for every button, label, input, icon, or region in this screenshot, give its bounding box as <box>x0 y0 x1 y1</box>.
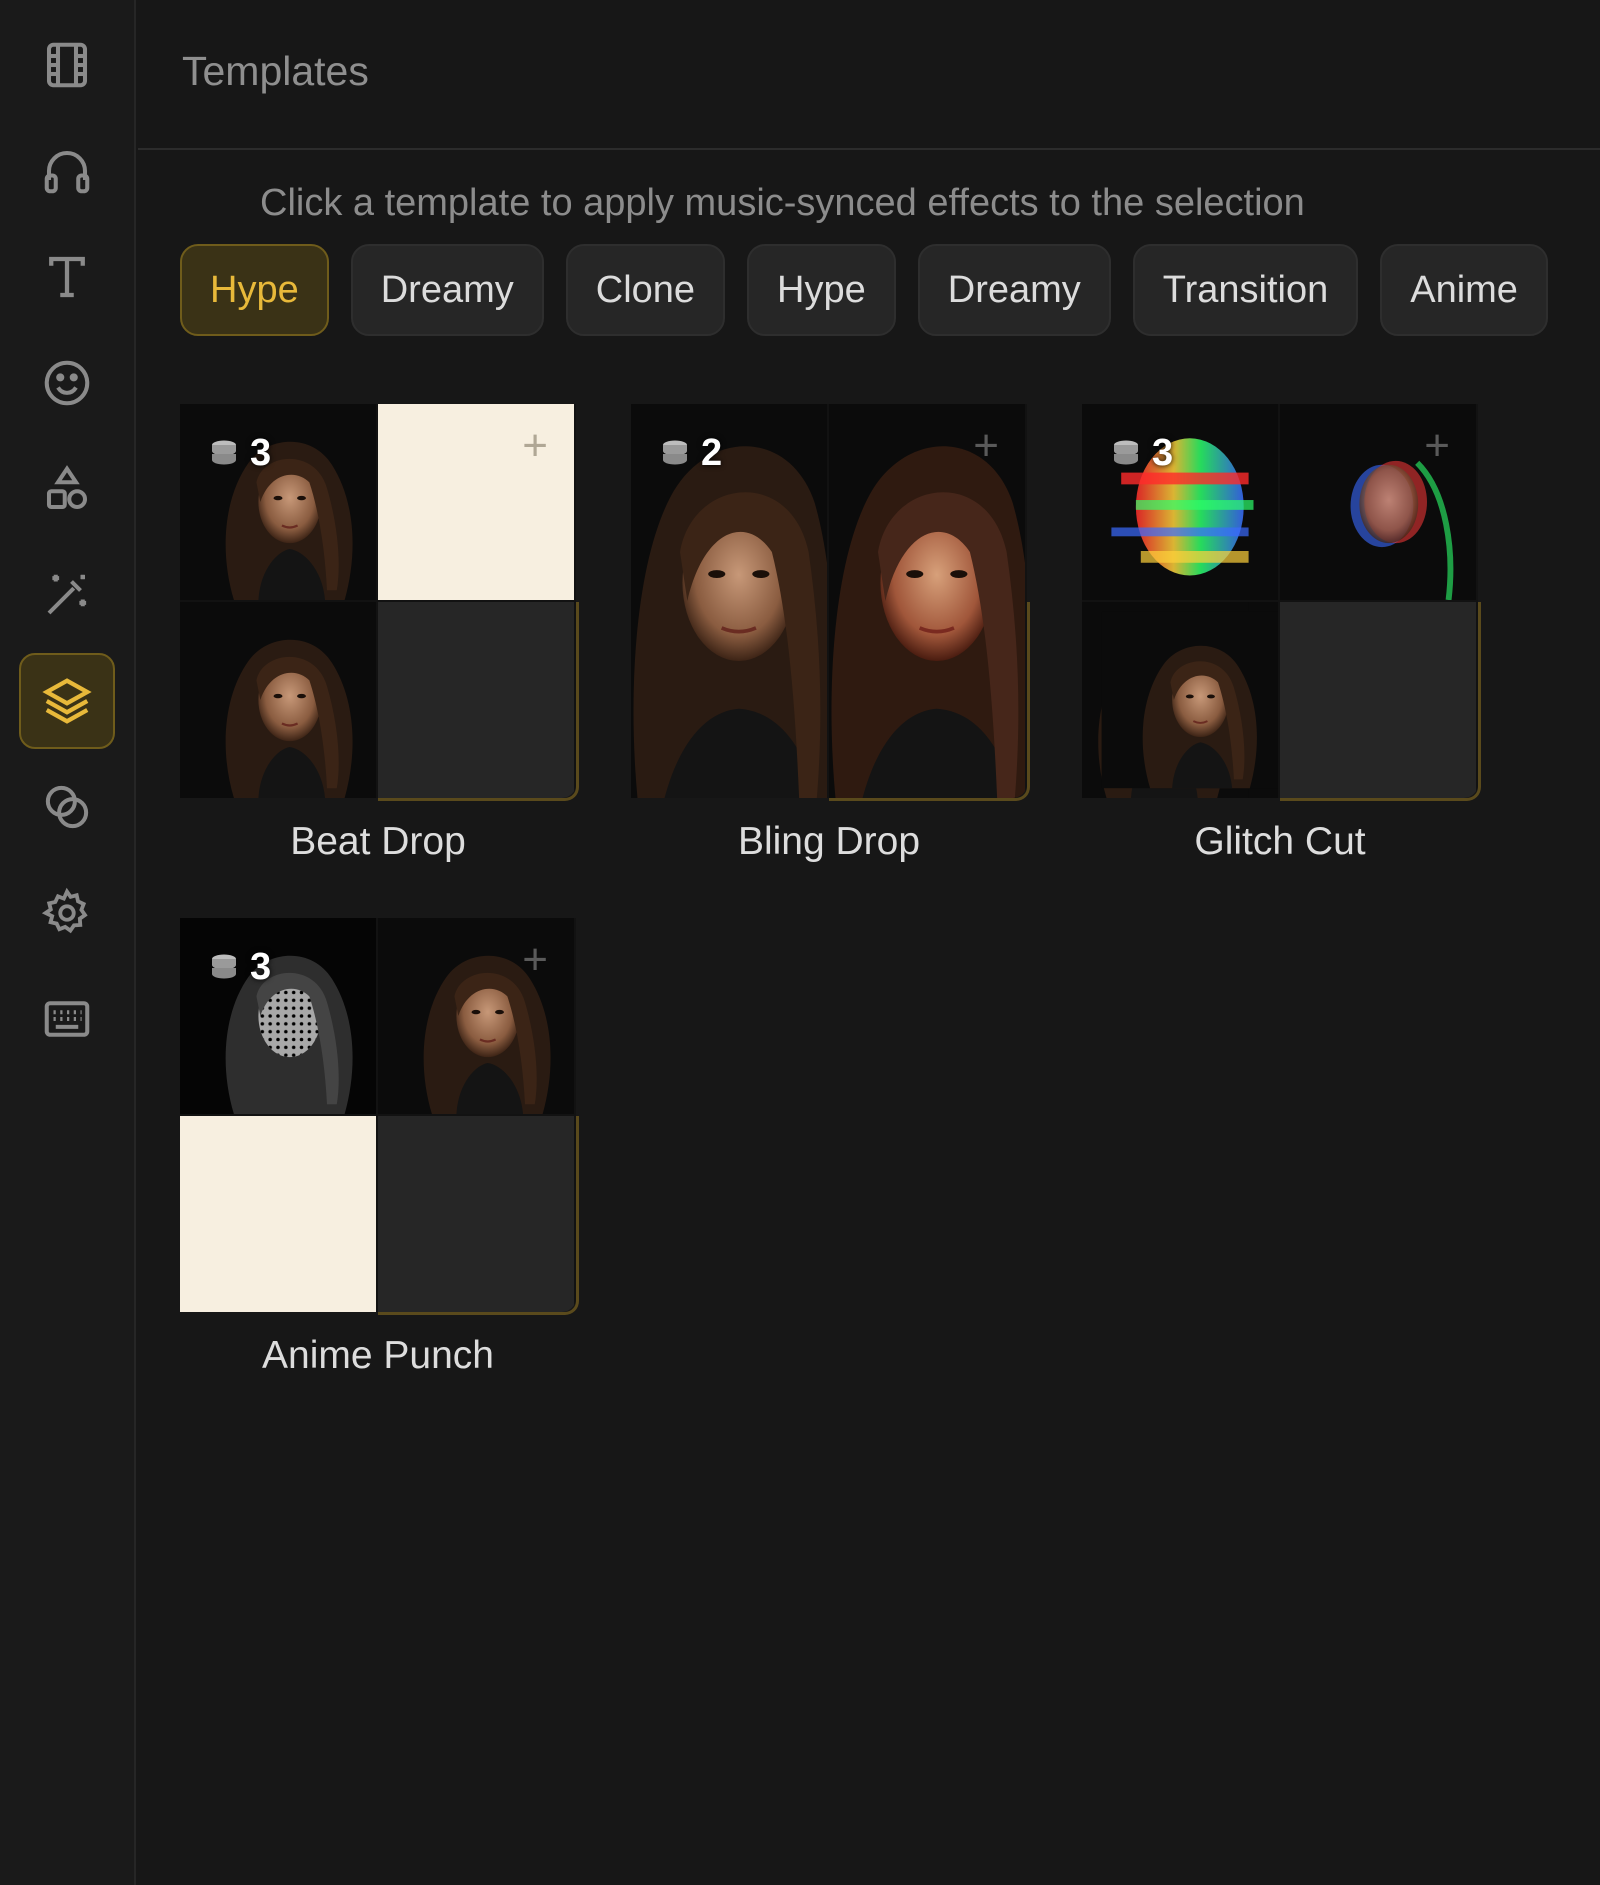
template-card-beat-drop[interactable]: + 3 Beat Drop <box>180 404 579 864</box>
stack-icon <box>212 440 236 464</box>
template-name: Glitch Cut <box>1194 820 1366 863</box>
layer-count: 2 <box>701 432 723 474</box>
keyboard-icon <box>44 1001 90 1037</box>
template-name: Bling Drop <box>737 820 921 863</box>
chip-hype-2[interactable]: Hype <box>747 244 896 336</box>
preview-frame-empty <box>378 602 574 798</box>
stack-icon <box>663 440 687 464</box>
preview-frame-flash <box>180 1116 376 1312</box>
page-title: Templates <box>182 48 369 94</box>
layer-count-badge: 3 <box>206 946 271 989</box>
preview-frame: + <box>378 918 574 1114</box>
chip-anime[interactable]: Anime <box>1380 244 1548 336</box>
chip-dreamy[interactable]: Dreamy <box>350 244 544 336</box>
gear-icon <box>41 887 88 934</box>
headphones-icon <box>44 150 90 194</box>
sidebar-item-elements[interactable] <box>19 441 115 537</box>
layer-count-badge: 3 <box>206 432 271 475</box>
plus-icon: + <box>522 421 548 470</box>
stack-icon <box>212 954 236 978</box>
chip-dreamy-2[interactable]: Dreamy <box>917 244 1111 336</box>
smiley-icon <box>44 360 90 406</box>
chip-hype[interactable]: Hype <box>180 244 329 336</box>
sidebar-item-shortcuts[interactable] <box>19 971 115 1067</box>
template-name: Beat Drop <box>290 820 466 863</box>
magic-wand-icon <box>47 574 87 615</box>
template-name: Anime Punch <box>262 1334 494 1377</box>
sidebar-item-stickers[interactable] <box>19 335 115 431</box>
preview-frame-sparkle: + <box>829 404 1025 798</box>
sidebar <box>0 0 136 1885</box>
sidebar-item-media[interactable] <box>19 17 115 113</box>
panel-header: Templates <box>138 0 1600 150</box>
preview-frame-empty <box>378 1116 574 1312</box>
layers-icon <box>42 678 92 724</box>
text-icon <box>49 256 85 298</box>
preview-frame-clone <box>1082 602 1278 798</box>
sidebar-item-audio[interactable] <box>19 123 115 219</box>
instruction-text: Click a template to apply music-synced e… <box>260 182 1305 224</box>
stack-icon <box>1114 440 1138 464</box>
preview-frame-flash: + <box>378 404 574 600</box>
sidebar-item-text[interactable] <box>19 229 115 325</box>
overlap-circles-icon <box>45 785 89 829</box>
template-card-glitch-cut[interactable]: + 3 Glitch Cut <box>1082 404 1481 864</box>
layer-count: 3 <box>1152 432 1174 474</box>
chip-transition[interactable]: Transition <box>1132 244 1359 336</box>
shapes-icon <box>46 465 88 510</box>
template-card-anime-punch[interactable]: + 3 Anime Punch <box>180 918 579 1378</box>
plus-icon: + <box>522 935 548 984</box>
plus-icon: + <box>1424 421 1450 470</box>
film-icon <box>46 42 88 88</box>
preview-frame-empty <box>1280 602 1476 798</box>
preview-frame-rgb-split: + <box>1280 404 1476 600</box>
chip-clone[interactable]: Clone <box>565 244 726 336</box>
layer-count-badge: 2 <box>657 432 722 475</box>
layer-count: 3 <box>250 946 272 988</box>
sidebar-item-templates[interactable] <box>19 653 115 749</box>
sidebar-item-transitions[interactable] <box>19 759 115 855</box>
filter-chips: Hype Dreamy Clone Hype Dreamy Transition… <box>180 244 1548 336</box>
layer-count: 3 <box>250 432 272 474</box>
layer-count-badge: 3 <box>1108 432 1173 475</box>
template-card-bling-drop[interactable]: + 2 Bling Drop <box>631 404 1030 864</box>
plus-icon: + <box>973 421 999 470</box>
preview-frame <box>180 602 376 798</box>
sidebar-item-settings[interactable] <box>19 865 115 961</box>
sidebar-item-effects[interactable] <box>19 547 115 643</box>
